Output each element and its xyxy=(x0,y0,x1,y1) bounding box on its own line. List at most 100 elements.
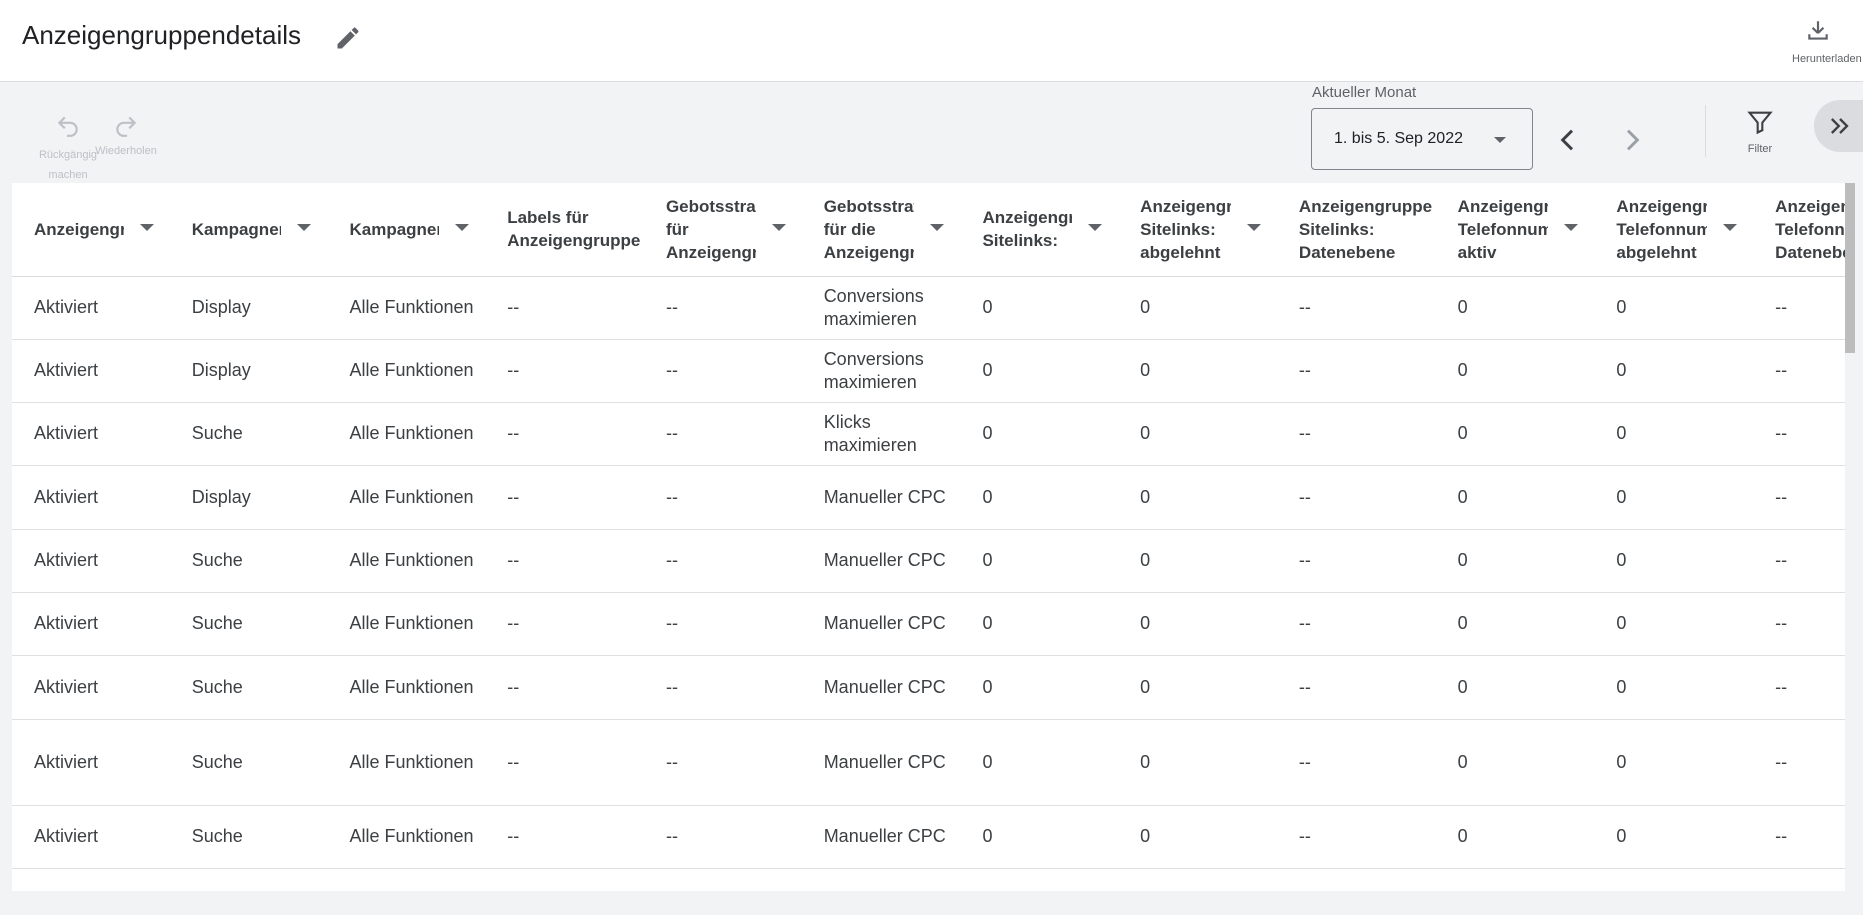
column-header[interactable]: Anzeigengruppe Sitelinks: aktiv xyxy=(960,183,1119,277)
sort-caret-icon[interactable] xyxy=(139,224,154,231)
cell-value: -- xyxy=(1298,297,1311,317)
column-header-label: Anzeigengruppe Telefonnummer Datenebene xyxy=(1775,196,1845,262)
cell-value: 0 xyxy=(1457,423,1468,443)
column-header-label: Gebotsstrategie für die Anzeigengruppe xyxy=(823,196,915,262)
table-cell: -- xyxy=(643,402,802,466)
cell-value: Manueller CPC xyxy=(823,826,946,846)
table-cell: Display xyxy=(169,276,328,340)
column-header-label: Anzeigengruppe Telefonnummer abgelehnt xyxy=(1616,196,1708,262)
sort-caret-icon[interactable] xyxy=(1564,224,1579,231)
sort-caret-icon[interactable] xyxy=(297,224,312,231)
cell-value: -- xyxy=(1775,826,1788,846)
column-header[interactable]: Anzeigengruppe Sitelinks: Datenebene xyxy=(1276,183,1436,277)
cell-value: -- xyxy=(507,550,520,570)
table-row[interactable]: Aktiviert Display Alle Funktionen -- -- Conve… xyxy=(12,276,1845,340)
table-cell: 0 xyxy=(1594,276,1754,340)
table-cell: Aktiviert xyxy=(12,805,170,869)
sort-caret-icon[interactable] xyxy=(1723,224,1738,231)
cell-value: Suche xyxy=(191,826,243,846)
chevron-down-icon xyxy=(1494,137,1506,143)
vertical-scrollbar-thumb[interactable] xyxy=(1845,183,1855,353)
sort-caret-icon[interactable] xyxy=(771,224,786,231)
table-cell: -- xyxy=(1276,465,1436,530)
table-cell: 0 xyxy=(1435,339,1595,403)
table-cell: 0 xyxy=(1118,402,1277,466)
table-row[interactable]: Aktiviert Suche Alle Funktionen -- -- Manuell… xyxy=(12,719,1845,806)
table-row[interactable]: Aktiviert Suche Alle Funktionen -- -- Klicks … xyxy=(12,402,1845,466)
table-cell: 0 xyxy=(1594,465,1754,530)
sort-caret-icon[interactable] xyxy=(930,224,945,231)
cell-value: -- xyxy=(1775,297,1788,317)
table-cell: 0 xyxy=(960,719,1119,806)
table-cell: Suche xyxy=(169,529,328,593)
column-header[interactable]: Kampagnenuntertyp xyxy=(327,183,486,277)
chevron-right-icon[interactable] xyxy=(1616,124,1648,156)
column-header[interactable]: Anzeigengruppe Sitelinks: abgelehnt xyxy=(1118,183,1277,277)
table-cell: 0 xyxy=(1594,592,1754,656)
cell-value: -- xyxy=(507,676,520,697)
table-row[interactable]: Aktiviert Suche Alle Funktionen -- -- Manuell… xyxy=(12,805,1845,869)
download-button[interactable]: Herunterladen xyxy=(1786,18,1863,65)
column-header[interactable]: Anzeigengruppenstatus xyxy=(12,183,170,277)
cell-value: -- xyxy=(507,826,520,846)
expand-panel-button[interactable] xyxy=(1814,100,1863,152)
table-cell: -- xyxy=(485,276,644,340)
cell-value: -- xyxy=(1298,826,1311,846)
cell-value: -- xyxy=(665,826,678,846)
column-header-label: Anzeigengruppenstatus xyxy=(34,219,124,239)
column-header[interactable]: Anzeigengruppe Telefonnummer aktiv xyxy=(1435,183,1595,277)
cell-value: 0 xyxy=(1457,751,1468,772)
cell-value: Alle Funktionen xyxy=(349,613,474,633)
cell-value: -- xyxy=(1775,486,1788,507)
date-range-select[interactable]: 1. bis 5. Sep 2022 xyxy=(1311,108,1533,170)
table-cell: Display xyxy=(169,465,328,530)
table-row[interactable]: Aktiviert Display Alle Funktionen -- -- Manue… xyxy=(12,465,1845,530)
cell-value: -- xyxy=(665,676,678,697)
cell-value: Alle Funktionen xyxy=(349,297,474,317)
table-cell: 0 xyxy=(1118,592,1277,656)
edit-pencil-icon[interactable] xyxy=(334,24,362,52)
cell-value: -- xyxy=(1775,751,1788,772)
table-cell: -- xyxy=(643,276,802,340)
undo-label: Rückgängig machen xyxy=(38,149,98,181)
table-row[interactable]: Aktiviert Suche Alle Funktionen -- -- Manuell… xyxy=(12,655,1845,720)
data-table: Anzeigengruppenstatus Kampagnentyp Kampagn… xyxy=(12,183,1845,869)
cell-value: Aktiviert xyxy=(34,423,99,443)
table-row[interactable]: Aktiviert Suche Alle Funktionen -- -- Manuell… xyxy=(12,529,1845,593)
cell-value: -- xyxy=(1775,360,1788,380)
undo-button[interactable]: Rückgängig machen xyxy=(36,112,100,185)
sort-caret-icon[interactable] xyxy=(1088,224,1103,231)
filter-button[interactable]: Filter xyxy=(1736,108,1784,155)
table-cell: -- xyxy=(1753,276,1845,340)
column-header[interactable]: Labels für Anzeigengruppe xyxy=(485,183,644,277)
table-cell: Suche xyxy=(169,805,328,869)
table-cell: -- xyxy=(1753,402,1845,466)
column-header[interactable]: Anzeigengruppe Telefonnummer abgelehnt xyxy=(1594,183,1754,277)
cell-value: 0 xyxy=(1616,550,1627,570)
column-header-label: Kampagnenuntertyp xyxy=(349,219,439,239)
cell-value: -- xyxy=(1298,676,1311,697)
table-cell: -- xyxy=(1276,592,1436,656)
cell-value: -- xyxy=(1775,423,1788,443)
cell-value: -- xyxy=(507,423,520,443)
table-cell: 0 xyxy=(1118,465,1277,530)
column-header[interactable]: Gebotsstrategie für Anzeigengruppe xyxy=(643,183,802,277)
table-cell: Suche xyxy=(169,655,328,720)
table-cell: 0 xyxy=(1594,402,1754,466)
table-row[interactable]: Aktiviert Suche Alle Funktionen -- -- Manuell… xyxy=(12,592,1845,656)
column-header[interactable]: Anzeigengruppe Telefonnummer Datenebene xyxy=(1753,183,1845,277)
table-cell: Aktiviert xyxy=(12,465,170,530)
table-row[interactable]: Aktiviert Display Alle Funktionen -- -- Conve… xyxy=(12,339,1845,403)
column-header[interactable]: Kampagnentyp xyxy=(169,183,328,277)
table-cell: 0 xyxy=(1594,339,1754,403)
redo-button[interactable]: Wiederholen xyxy=(94,112,158,157)
sort-caret-icon[interactable] xyxy=(1246,224,1261,231)
table-cell: -- xyxy=(485,465,644,530)
chevron-left-icon[interactable] xyxy=(1552,124,1584,156)
column-header-label: Anzeigengruppe Sitelinks: aktiv xyxy=(982,208,1073,251)
column-header[interactable]: Gebotsstrategie für die Anzeigengruppe xyxy=(801,183,961,277)
table-cell: -- xyxy=(1753,465,1845,530)
table-cell: Alle Funktionen xyxy=(327,805,486,869)
sort-caret-icon[interactable] xyxy=(455,224,470,231)
table-cell: -- xyxy=(1276,655,1436,720)
